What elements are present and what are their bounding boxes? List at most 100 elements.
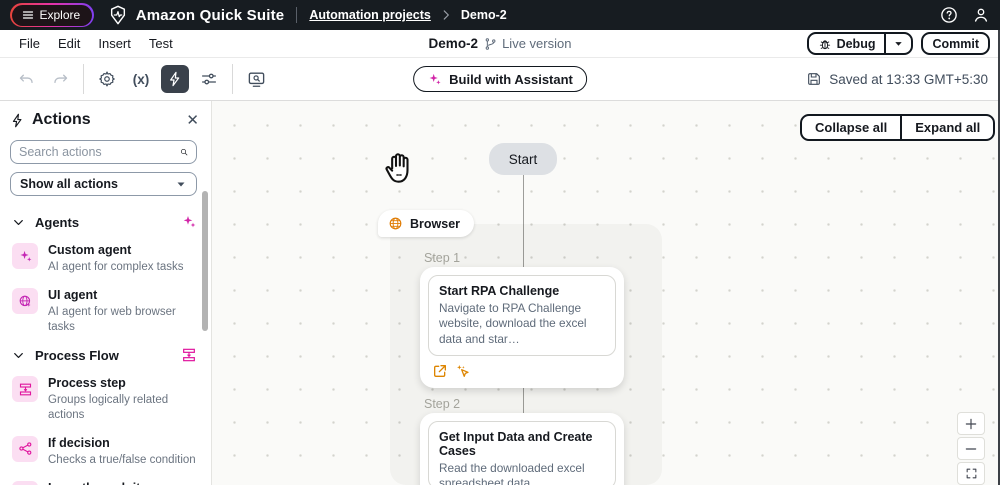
step-1-node-card[interactable]: Start RPA Challenge Navigate to RPA Chal… <box>420 267 624 388</box>
chevron-right-icon <box>439 8 453 22</box>
action-item-title: Loop through items <box>48 481 200 485</box>
sliders-icon <box>200 70 218 88</box>
close-icon[interactable]: ✕ <box>186 113 199 128</box>
menu-test[interactable]: Test <box>140 36 182 51</box>
step-2-node-card[interactable]: Get Input Data and Create Cases Read the… <box>420 413 624 485</box>
search-actions-box <box>10 140 197 164</box>
actions-tool-button[interactable] <box>161 65 189 93</box>
action-item-desc: Checks a true/false condition <box>48 453 196 467</box>
breadcrumb-parent-link[interactable]: Automation projects <box>309 8 431 22</box>
settings-tool-button[interactable] <box>93 65 121 93</box>
quick-suite-logo-icon <box>108 5 128 25</box>
commit-label: Commit <box>932 37 979 51</box>
sidebar-scrollbar[interactable] <box>202 191 208 331</box>
menu-edit[interactable]: Edit <box>49 36 89 51</box>
configure-tool-button[interactable] <box>195 65 223 93</box>
screen-preview-tool-button[interactable] <box>242 65 270 93</box>
collapse-expand-group: Collapse all Expand all <box>800 114 995 141</box>
agents-sparkle-icon <box>181 214 197 230</box>
browser-group-label: Browser <box>410 217 460 231</box>
action-item-if-decision[interactable]: If decision Checks a true/false conditio… <box>10 429 211 474</box>
step-2-node-body: Get Input Data and Create Cases Read the… <box>428 421 616 485</box>
redo-button[interactable] <box>46 65 74 93</box>
bug-icon <box>818 37 832 51</box>
fit-to-screen-button[interactable] <box>957 462 985 485</box>
chevron-down-icon <box>12 349 25 362</box>
action-item-custom-agent[interactable]: Custom agent AI agent for complex tasks <box>10 236 211 281</box>
brand-name: Amazon Quick Suite <box>136 7 285 24</box>
section-process-flow[interactable]: Process Flow <box>10 341 211 369</box>
hand-cursor <box>380 147 420 189</box>
section-agents[interactable]: Agents <box>10 208 211 236</box>
action-item-title: UI agent <box>48 288 201 303</box>
document-title-group: Demo-2 Live version <box>429 36 572 51</box>
search-icon[interactable] <box>180 145 188 159</box>
chevron-down-icon <box>12 216 25 229</box>
ai-cursor-icon[interactable] <box>455 363 471 379</box>
action-item-title: Custom agent <box>48 243 184 258</box>
top-navigation-bar: Explore Amazon Quick Suite Automation pr… <box>0 0 1000 30</box>
lightning-icon <box>167 71 183 87</box>
undo-button[interactable] <box>12 65 40 93</box>
process-step-icon <box>12 376 38 402</box>
commit-button[interactable]: Commit <box>921 32 990 55</box>
caret-down-icon <box>893 38 904 49</box>
menu-insert[interactable]: Insert <box>89 36 140 51</box>
save-icon <box>806 71 822 87</box>
browser-group-tab[interactable]: Browser <box>378 210 474 237</box>
search-actions-input[interactable] <box>19 145 180 159</box>
app-window: Explore Amazon Quick Suite Automation pr… <box>0 0 1000 485</box>
action-item-process-step[interactable]: Process step Groups logically related ac… <box>10 369 211 429</box>
if-decision-icon <box>12 436 38 462</box>
flow-canvas[interactable]: Collapse all Expand all Start Browser St… <box>212 101 1000 485</box>
document-name: Demo-2 <box>429 36 479 51</box>
toolbar-divider-2 <box>232 64 233 94</box>
topbar-divider <box>296 7 297 23</box>
ui-agent-globe-icon <box>12 288 38 314</box>
menu-file[interactable]: File <box>10 36 49 51</box>
user-icon[interactable] <box>972 6 990 24</box>
globe-icon <box>388 216 403 231</box>
zoom-in-button[interactable] <box>957 412 985 435</box>
section-process-flow-label: Process Flow <box>35 348 171 363</box>
hamburger-icon <box>22 9 34 21</box>
version-label: Live version <box>502 36 571 51</box>
node-title: Start RPA Challenge <box>439 284 605 298</box>
start-node[interactable]: Start <box>489 143 557 175</box>
sparkle-icon <box>427 72 442 87</box>
breadcrumb-current: Demo-2 <box>461 8 507 22</box>
explore-button-border: Explore <box>10 3 94 27</box>
custom-agent-icon <box>12 243 38 269</box>
brand[interactable]: Amazon Quick Suite <box>108 5 285 25</box>
toolbar-divider <box>83 64 84 94</box>
step-1-label: Step 1 <box>424 251 460 265</box>
toolbar: (x) Build with Assistant Saved at 13:33 … <box>0 58 1000 101</box>
variables-icon: (x) <box>133 72 150 87</box>
menu-bar: File Edit Insert Test Demo-2 Live versio… <box>0 30 1000 58</box>
collapse-all-button[interactable]: Collapse all <box>802 116 900 139</box>
variables-tool-button[interactable]: (x) <box>127 65 155 93</box>
actions-filter-value: Show all actions <box>20 177 175 191</box>
build-with-assistant-button[interactable]: Build with Assistant <box>413 66 587 92</box>
debug-dropdown-button[interactable] <box>884 34 911 53</box>
help-icon[interactable] <box>940 6 958 24</box>
zoom-controls <box>957 412 985 485</box>
explore-button[interactable]: Explore <box>12 5 93 26</box>
debug-label: Debug <box>837 37 876 51</box>
version-branch-icon <box>483 37 497 51</box>
actions-filter-dropdown[interactable]: Show all actions <box>10 172 197 196</box>
action-item-ui-agent[interactable]: UI agent AI agent for web browser tasks <box>10 281 211 341</box>
actions-panel-title: Actions <box>32 111 179 129</box>
caret-down-icon <box>175 178 187 190</box>
zoom-out-button[interactable] <box>957 437 985 460</box>
external-link-icon[interactable] <box>432 363 448 379</box>
debug-button[interactable]: Debug <box>809 34 885 53</box>
action-item-loop-through-items[interactable]: Loop through items Repeats actions for e… <box>10 474 211 485</box>
save-status-label: Saved at 13:33 GMT+5:30 <box>829 72 988 87</box>
node-title: Get Input Data and Create Cases <box>439 430 605 458</box>
expand-all-button[interactable]: Expand all <box>900 116 993 139</box>
actions-panel: Actions ✕ Show all actions Agents <box>0 101 212 485</box>
node-desc: Navigate to RPA Challenge website, downl… <box>439 301 605 347</box>
gear-icon <box>98 70 116 88</box>
action-item-desc: Groups logically related actions <box>48 393 201 422</box>
